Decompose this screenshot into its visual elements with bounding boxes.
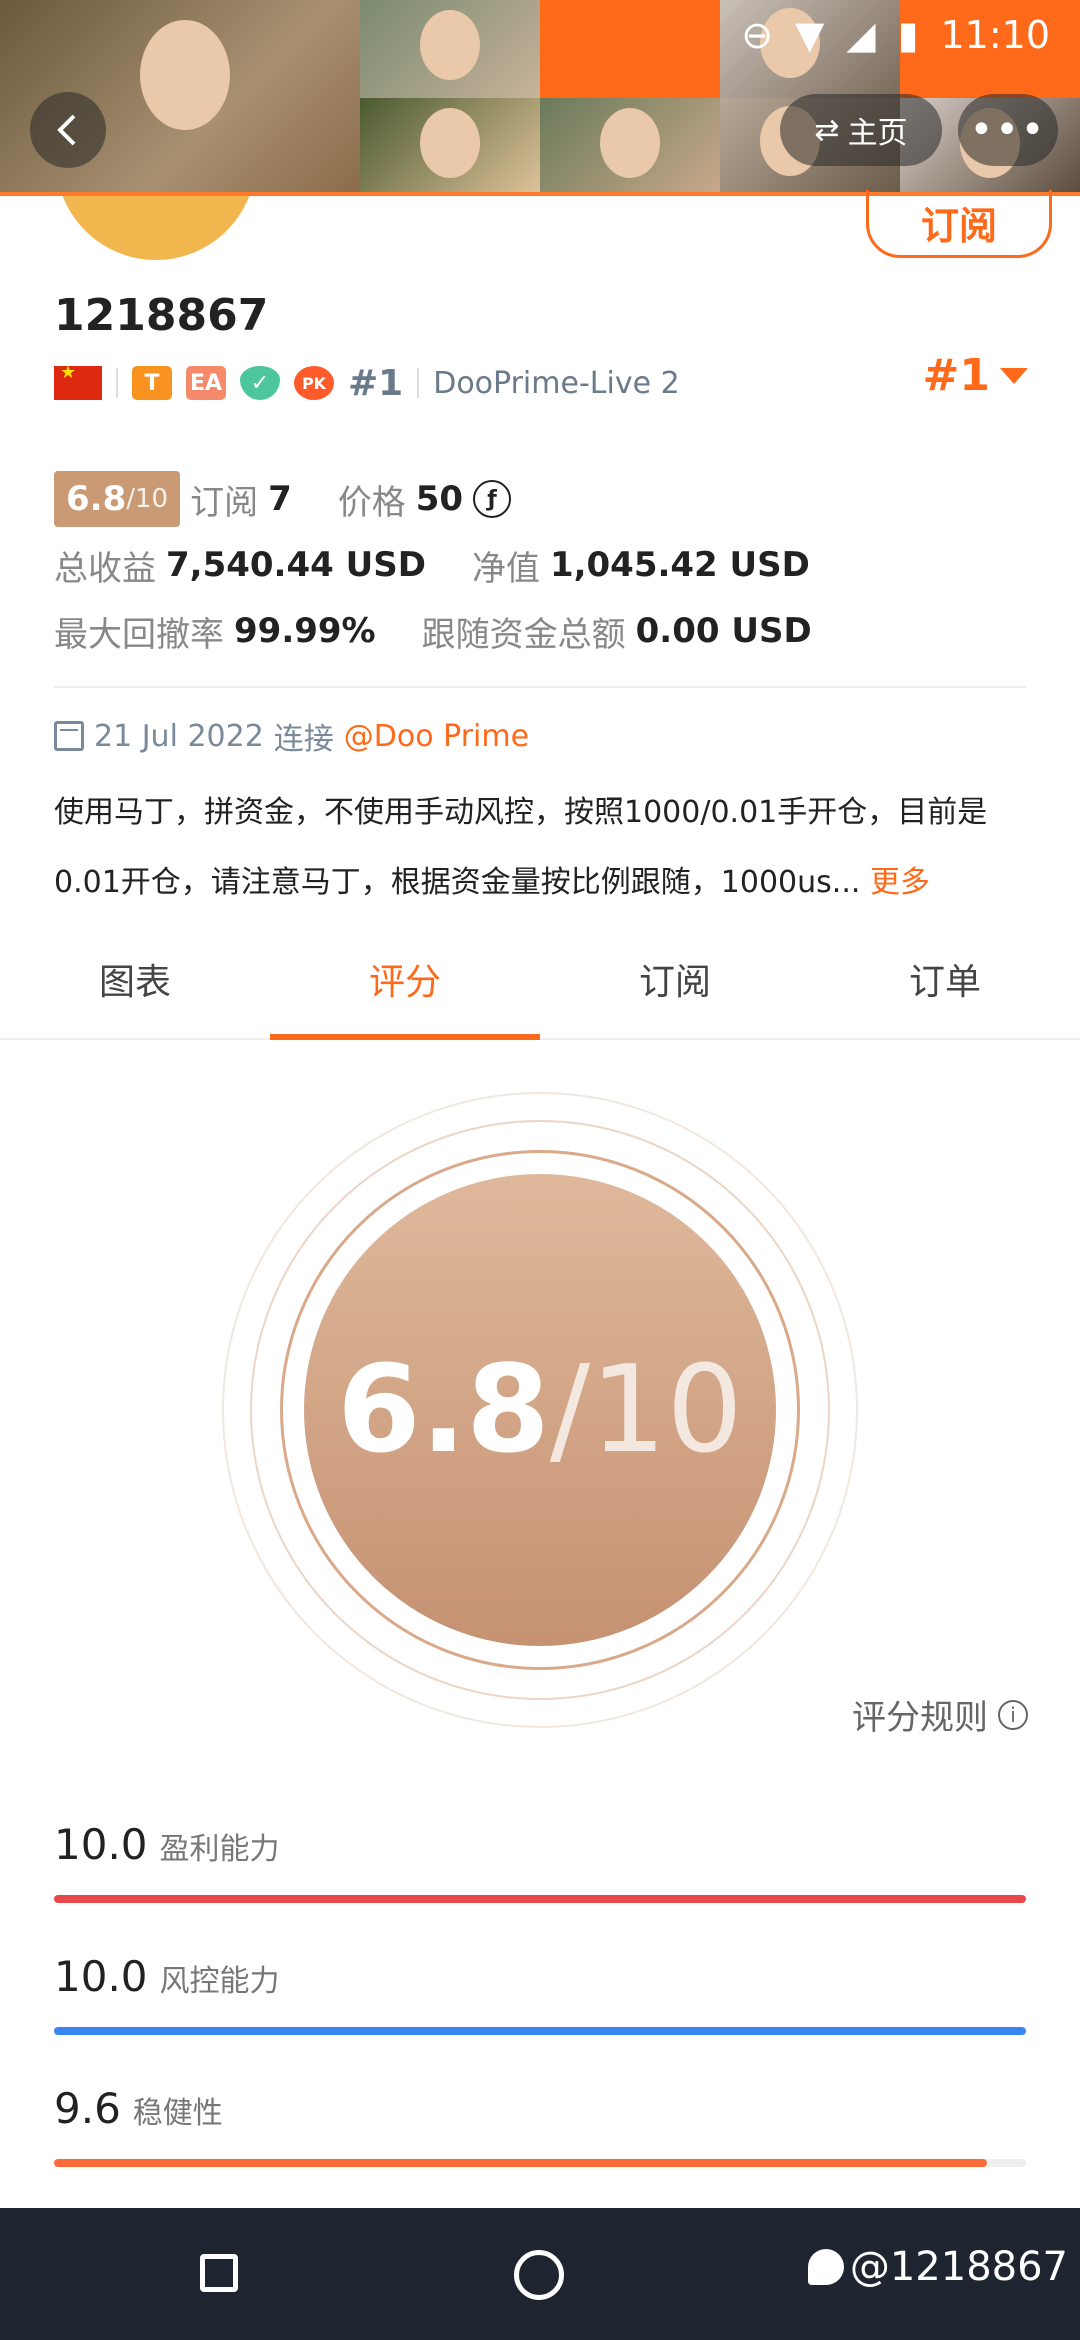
- score-rules-link[interactable]: 评分规则 i: [852, 1690, 1028, 1739]
- header-photo: [540, 98, 720, 196]
- dnd-icon: ⊖: [741, 13, 774, 57]
- strategy-description: 使用马丁，拼资金，不使用手动风控，按照1000/0.01手开仓，目前是0.01开…: [54, 778, 1044, 918]
- system-nav-bar: @1218867: [0, 2208, 1080, 2340]
- connection-date: 21 Jul 2022: [94, 718, 264, 754]
- subscribe-button[interactable]: 订阅: [866, 190, 1052, 258]
- tab-bar: 图表 评分 订阅 订单: [0, 920, 1080, 1040]
- metric-stability: 9.6 稳健性: [54, 2084, 1026, 2167]
- metric-bar: [54, 1895, 1026, 1903]
- home-button[interactable]: ⇄ 主页: [780, 94, 942, 166]
- drawdown-label: 最大回撤率: [54, 614, 224, 655]
- rank-dropdown[interactable]: #1: [923, 350, 1028, 401]
- trader-name: 1218867: [54, 290, 269, 341]
- app-logo-icon: [807, 2249, 844, 2285]
- watermark-text: @1218867: [849, 2244, 1068, 2290]
- calendar-icon: [54, 721, 84, 751]
- tab-orders[interactable]: 订单: [810, 920, 1080, 1038]
- connection-verb: 连接: [273, 722, 334, 757]
- watermark: @1218867: [807, 2244, 1068, 2290]
- price-label: 价格: [337, 482, 406, 523]
- server-name: DooPrime-Live 2: [433, 365, 680, 401]
- metric-value: 10.0: [54, 1952, 148, 2001]
- rank-badge: #1: [348, 362, 404, 404]
- header-banner: ⊖ ▼ ◢ ▮ 11:10 ⇄ 主页 •••: [0, 0, 1080, 196]
- pk-fire-icon: PK: [294, 366, 334, 400]
- back-button[interactable]: [30, 92, 106, 168]
- china-flag-icon: [54, 362, 102, 400]
- coin-icon: ƒ: [473, 480, 512, 518]
- header-photo: [360, 98, 540, 196]
- triangle-down-icon: [1000, 367, 1028, 384]
- metric-bar: [54, 2027, 1026, 2035]
- subscribe-count: 7: [268, 479, 292, 519]
- follow-label: 跟随资金总额: [421, 614, 626, 655]
- wifi-icon: ▼: [795, 13, 825, 57]
- score-ring: 6.8/10: [222, 1092, 858, 1728]
- follow-value: 0.00 USD: [635, 611, 812, 651]
- metric-label: 风控能力: [159, 1964, 280, 1999]
- swap-icon: ⇄: [814, 112, 840, 148]
- connection-info: 21 Jul 2022 连接 @Doo Prime: [54, 714, 529, 758]
- status-time: 11:10: [940, 13, 1050, 57]
- drawdown-value: 99.99%: [234, 611, 376, 651]
- status-bar: ⊖ ▼ ◢ ▮ 11:10: [741, 10, 1050, 60]
- home-nav-button[interactable]: [514, 2250, 564, 2300]
- info-icon: i: [998, 1699, 1028, 1730]
- net-value: 1,045.42 USD: [549, 545, 810, 585]
- metric-bar: [54, 2159, 1026, 2167]
- metric-risk-control: 10.0 风控能力: [54, 1952, 1026, 2035]
- score-ring-value: 6.8/10: [337, 1340, 743, 1480]
- more-icon: •••: [969, 107, 1047, 153]
- header-photo: [360, 0, 540, 98]
- tab-subscribe[interactable]: 订阅: [540, 920, 810, 1038]
- net-label: 净值: [471, 548, 540, 589]
- metric-value: 9.6: [54, 2084, 121, 2133]
- total-profit-label: 总收益: [54, 548, 156, 589]
- tab-chart[interactable]: 图表: [0, 920, 270, 1038]
- ea-badge: EA: [186, 366, 226, 400]
- recents-button[interactable]: [200, 2254, 238, 2292]
- t-badge: T: [132, 366, 172, 400]
- more-button[interactable]: •••: [958, 94, 1058, 166]
- total-profit-value: 7,540.44 USD: [166, 545, 426, 585]
- metric-label: 稳健性: [132, 2096, 223, 2131]
- more-link[interactable]: 更多: [870, 865, 930, 900]
- subscribe-count-label: 订阅: [190, 482, 259, 523]
- price-value: 50: [415, 479, 464, 519]
- score-rules-label: 评分规则: [852, 1698, 988, 1738]
- metric-value: 10.0: [54, 1820, 148, 1869]
- description-text: 使用马丁，拼资金，不使用手动风控，按照1000/0.01手开仓，目前是0.01开…: [54, 795, 988, 900]
- header-photo: [540, 0, 720, 98]
- chevron-left-icon: [57, 114, 76, 146]
- signal-icon: ◢: [846, 13, 876, 57]
- stats-block: 6.8/10 订阅 7 价格 50 ƒ 总收益 7,540.44 USD 净值 …: [54, 466, 812, 664]
- home-label: 主页: [847, 116, 908, 151]
- metric-profitability: 10.0 盈利能力: [54, 1820, 1026, 1903]
- tab-score[interactable]: 评分: [270, 920, 540, 1040]
- badge-row: T EA ✓ PK #1 DooPrime-Live 2: [54, 360, 680, 406]
- battery-icon: ▮: [897, 13, 919, 57]
- metric-label: 盈利能力: [159, 1832, 280, 1867]
- rank-value: #1: [922, 350, 990, 401]
- broker-link[interactable]: @Doo Prime: [344, 719, 529, 754]
- score-chip: 6.8/10: [54, 471, 181, 527]
- shield-check-icon: ✓: [240, 366, 280, 400]
